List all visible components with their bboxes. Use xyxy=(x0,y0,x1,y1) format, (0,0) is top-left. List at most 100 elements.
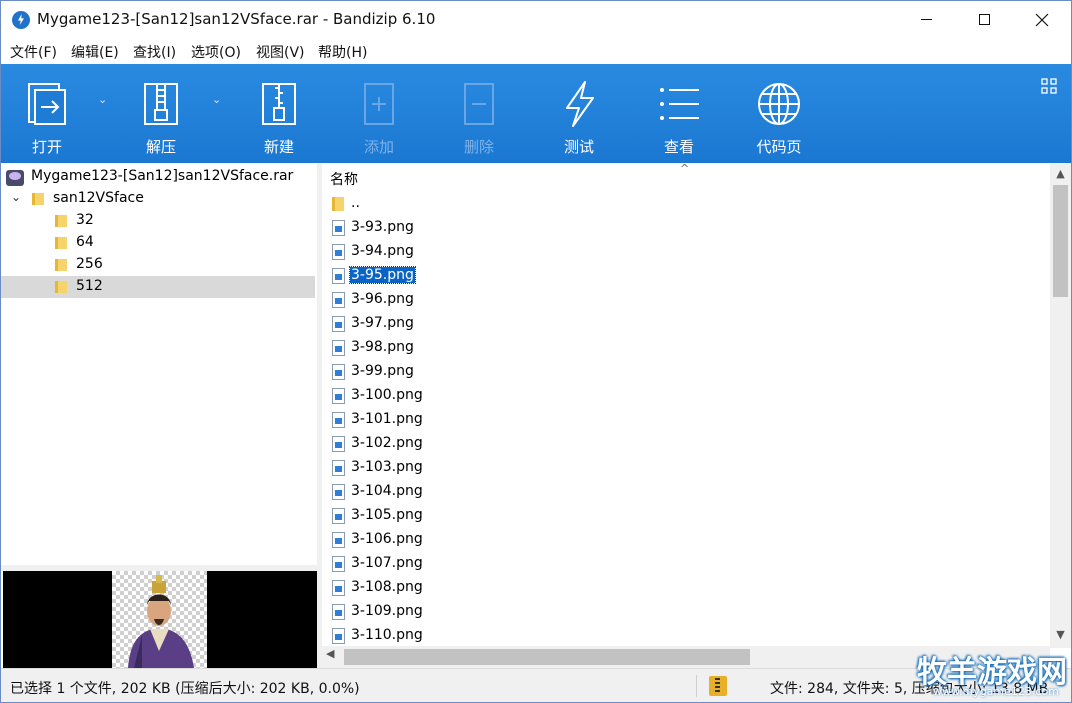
list-item-label: 3-98.png xyxy=(351,339,414,355)
minimize-icon xyxy=(920,19,932,20)
vertical-scroll-thumb[interactable] xyxy=(1053,185,1068,297)
list-item[interactable]: 3-107.png xyxy=(322,552,1050,576)
maximize-button[interactable] xyxy=(955,1,1013,38)
add-button[interactable]: 添加 xyxy=(339,64,419,163)
png-file-icon xyxy=(332,244,345,260)
png-file-icon xyxy=(332,220,345,236)
png-file-icon xyxy=(332,556,345,572)
png-file-icon xyxy=(332,364,345,380)
list-item[interactable]: 3-108.png xyxy=(322,576,1050,600)
list-item[interactable]: 3-97.png xyxy=(322,312,1050,336)
globe-icon xyxy=(758,83,800,125)
selection-status: 已选择 1 个文件, 202 KB (压缩后大小: 202 KB, 0.0%) xyxy=(10,681,360,697)
list-item[interactable]: 3-102.png xyxy=(322,432,1050,456)
list-item-label: 3-106.png xyxy=(351,531,423,547)
codepage-label: 代码页 xyxy=(756,138,802,156)
view-button[interactable]: 查看 xyxy=(639,64,719,163)
test-button[interactable]: 测试 xyxy=(539,64,619,163)
open-dropdown-arrow[interactable]: ⌄ xyxy=(98,93,107,106)
png-file-icon xyxy=(332,460,345,476)
list-item[interactable]: 3-94.png xyxy=(322,240,1050,264)
tree-archive-root[interactable]: Mygame123-[San12]san12VSface.rar xyxy=(1,166,315,188)
list-item-selected[interactable]: 3-95.png xyxy=(322,264,1050,288)
folder-icon xyxy=(55,280,69,294)
list-item[interactable]: 3-93.png xyxy=(322,216,1050,240)
extract-label: 解压 xyxy=(145,138,176,156)
list-item[interactable]: 3-105.png xyxy=(322,504,1050,528)
list-item-label: 3-107.png xyxy=(351,555,423,571)
tree-folder-label: 256 xyxy=(76,256,103,272)
add-file-icon xyxy=(364,83,394,125)
extract-dropdown-arrow[interactable]: ⌄ xyxy=(212,93,221,106)
menu-view[interactable]: 视图(V) xyxy=(256,42,305,62)
tree-folder-label: 32 xyxy=(76,212,94,228)
open-button[interactable]: 打开 xyxy=(7,64,87,163)
tree-folder-64[interactable]: 64 xyxy=(1,232,315,254)
open-label: 打开 xyxy=(31,138,62,156)
parent-folder-icon xyxy=(332,197,346,211)
view-label: 查看 xyxy=(663,138,694,156)
toolbar: 打开 ⌄ 解压 ⌄ 新建 添加 删除 测试 查看 代码页 xyxy=(1,64,1071,163)
delete-button[interactable]: 删除 xyxy=(439,64,519,163)
menu-help[interactable]: 帮助(H) xyxy=(318,42,367,62)
scroll-up-arrow-icon[interactable]: ▲ xyxy=(1050,163,1071,184)
new-button[interactable]: 新建 xyxy=(239,64,319,163)
tree-archive-label: Mygame123-[San12]san12VSface.rar xyxy=(31,168,294,184)
list-item-label: 3-97.png xyxy=(351,315,414,331)
folder-icon xyxy=(55,214,69,228)
list-item[interactable]: 3-101.png xyxy=(322,408,1050,432)
tree-folder-san12vsface[interactable]: ⌄ san12VSface xyxy=(1,188,315,210)
list-item-label: .. xyxy=(351,195,360,211)
list-item-parent[interactable]: .. xyxy=(322,192,1050,216)
vertical-scrollbar[interactable]: ▲ ▼ xyxy=(1050,163,1071,648)
menu-file[interactable]: 文件(F) xyxy=(10,42,57,62)
maximize-icon xyxy=(978,14,990,25)
list-item-label: 3-95.png xyxy=(349,266,416,284)
new-archive-icon xyxy=(262,83,296,125)
list-item-label: 3-105.png xyxy=(351,507,423,523)
menu-bar: 文件(F) 编辑(E) 查找(I) 选项(O) 视图(V) 帮助(H) xyxy=(1,38,1071,64)
list-item[interactable]: 3-98.png xyxy=(322,336,1050,360)
png-file-icon xyxy=(332,532,345,548)
preview-image xyxy=(112,571,207,668)
list-item[interactable]: 3-106.png xyxy=(322,528,1050,552)
close-button[interactable] xyxy=(1013,1,1071,38)
lightning-icon xyxy=(566,81,594,127)
codepage-button[interactable]: 代码页 xyxy=(739,64,819,163)
png-file-icon xyxy=(332,412,345,428)
expand-chevron-icon[interactable]: ⌄ xyxy=(11,190,21,204)
tree-folder-512[interactable]: 512 xyxy=(1,276,315,298)
bandizip-app-icon[interactable] xyxy=(12,11,30,29)
tree-folder-32[interactable]: 32 xyxy=(1,210,315,232)
list-item[interactable]: 3-109.png xyxy=(322,600,1050,624)
folder-icon xyxy=(32,192,46,206)
scroll-down-arrow-icon[interactable]: ▼ xyxy=(1050,624,1071,645)
add-label: 添加 xyxy=(363,138,394,156)
list-item[interactable]: 3-99.png xyxy=(322,360,1050,384)
folder-tree: Mygame123-[San12]san12VSface.rar ⌄ san12… xyxy=(1,163,317,568)
menu-edit[interactable]: 编辑(E) xyxy=(71,42,119,62)
scroll-left-arrow-icon[interactable]: ◀ xyxy=(326,647,334,660)
list-item[interactable]: 3-96.png xyxy=(322,288,1050,312)
list-item-label: 3-96.png xyxy=(351,291,414,307)
column-header-row: ^ 名称 xyxy=(322,163,1050,191)
menu-find[interactable]: 查找(I) xyxy=(133,42,176,62)
list-item[interactable]: 3-103.png xyxy=(322,456,1050,480)
delete-label: 删除 xyxy=(463,138,494,156)
new-label: 新建 xyxy=(263,138,294,156)
list-item-label: 3-101.png xyxy=(351,411,423,427)
list-item[interactable]: 3-104.png xyxy=(322,480,1050,504)
png-file-icon xyxy=(332,268,345,284)
horizontal-scroll-thumb[interactable] xyxy=(344,649,750,665)
minimize-button[interactable] xyxy=(897,1,955,38)
png-file-icon xyxy=(332,580,345,596)
png-file-icon xyxy=(332,436,345,452)
list-item[interactable]: 3-110.png xyxy=(322,624,1050,648)
column-header-name[interactable]: 名称 xyxy=(330,169,358,189)
extract-button[interactable]: 解压 xyxy=(121,64,201,163)
list-item[interactable]: 3-100.png xyxy=(322,384,1050,408)
layout-grid-icon[interactable] xyxy=(1041,78,1057,94)
menu-options[interactable]: 选项(O) xyxy=(191,42,241,62)
tree-folder-256[interactable]: 256 xyxy=(1,254,315,276)
png-file-icon xyxy=(332,292,345,308)
